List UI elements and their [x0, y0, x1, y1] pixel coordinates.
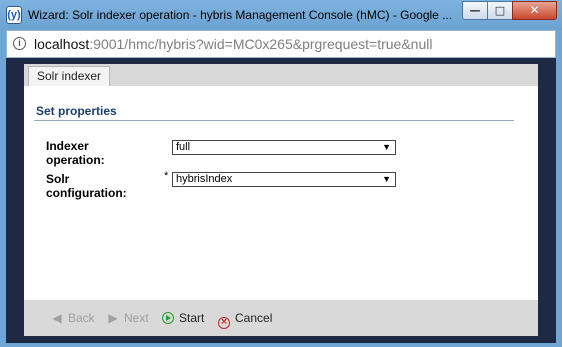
browser-window: (y) Wizard: Solr indexer operation - hyb…: [0, 0, 562, 347]
chevron-down-icon: ▼: [382, 142, 391, 152]
solr-configuration-label: Solr configuration:: [46, 172, 127, 200]
back-button[interactable]: ◀ Back: [50, 310, 95, 326]
arrow-right-icon: ▶: [108, 311, 118, 325]
section-divider: [34, 120, 514, 121]
info-icon[interactable]: i: [13, 37, 26, 50]
maximize-icon: □: [494, 4, 506, 17]
wizard-content: Set properties Indexer operation: full ▼…: [24, 86, 538, 300]
maximize-button[interactable]: □: [487, 1, 513, 20]
window-title: Wizard: Solr indexer operation - hybris …: [28, 8, 453, 22]
url-path: :9001/hmc/hybris?wid=MC0x265&prgrequest=…: [89, 36, 433, 52]
next-button[interactable]: ▶ Next: [106, 310, 149, 326]
wizard-panel: Solr indexer Set properties Indexer oper…: [24, 64, 538, 336]
indexer-operation-value: full: [176, 141, 191, 153]
back-label: Back: [68, 311, 95, 325]
indexer-operation-label: Indexer operation:: [46, 139, 105, 167]
start-label: Start: [179, 311, 205, 325]
play-icon: [162, 312, 174, 324]
solr-configuration-label-line1: Solr: [46, 172, 70, 186]
minimize-icon: —: [469, 4, 481, 17]
solr-configuration-label-line2: configuration:: [46, 186, 127, 200]
url-host: localhost: [34, 36, 90, 52]
indexer-operation-label-line1: Indexer: [46, 139, 89, 153]
chevron-down-icon: ▼: [382, 174, 391, 184]
close-icon: ✕: [529, 3, 540, 17]
start-button[interactable]: Start: [162, 310, 204, 326]
solr-configuration-value: hybrisIndex: [176, 173, 233, 185]
address-bar[interactable]: i localhost:9001/hmc/hybris?wid=MC0x265&…: [6, 30, 556, 58]
next-label: Next: [124, 311, 149, 325]
cancel-label: Cancel: [235, 311, 273, 325]
cancel-icon: ×: [218, 317, 230, 329]
required-marker: *: [164, 170, 169, 182]
indexer-operation-select[interactable]: full ▼: [172, 140, 396, 155]
page-area: Solr indexer Set properties Indexer oper…: [6, 58, 556, 343]
indexer-operation-label-line2: operation:: [46, 153, 105, 167]
app-logo-icon: (y): [6, 6, 22, 24]
minimize-button[interactable]: —: [462, 1, 488, 20]
close-window-button[interactable]: ✕: [512, 1, 557, 20]
tab-solr-indexer[interactable]: Solr indexer: [28, 66, 111, 86]
arrow-left-icon: ◀: [52, 311, 62, 325]
url-text[interactable]: localhost:9001/hmc/hybris?wid=MC0x265&pr…: [34, 36, 432, 52]
cancel-button[interactable]: × Cancel: [218, 310, 272, 329]
wizard-footer: ◀ Back ▶ Next Start × Cancel: [24, 300, 538, 336]
tab-strip: Solr indexer: [24, 64, 538, 86]
title-bar: (y) Wizard: Solr indexer operation - hyb…: [0, 0, 562, 30]
section-title: Set properties: [36, 104, 117, 118]
solr-configuration-select[interactable]: hybrisIndex ▼: [172, 172, 396, 187]
